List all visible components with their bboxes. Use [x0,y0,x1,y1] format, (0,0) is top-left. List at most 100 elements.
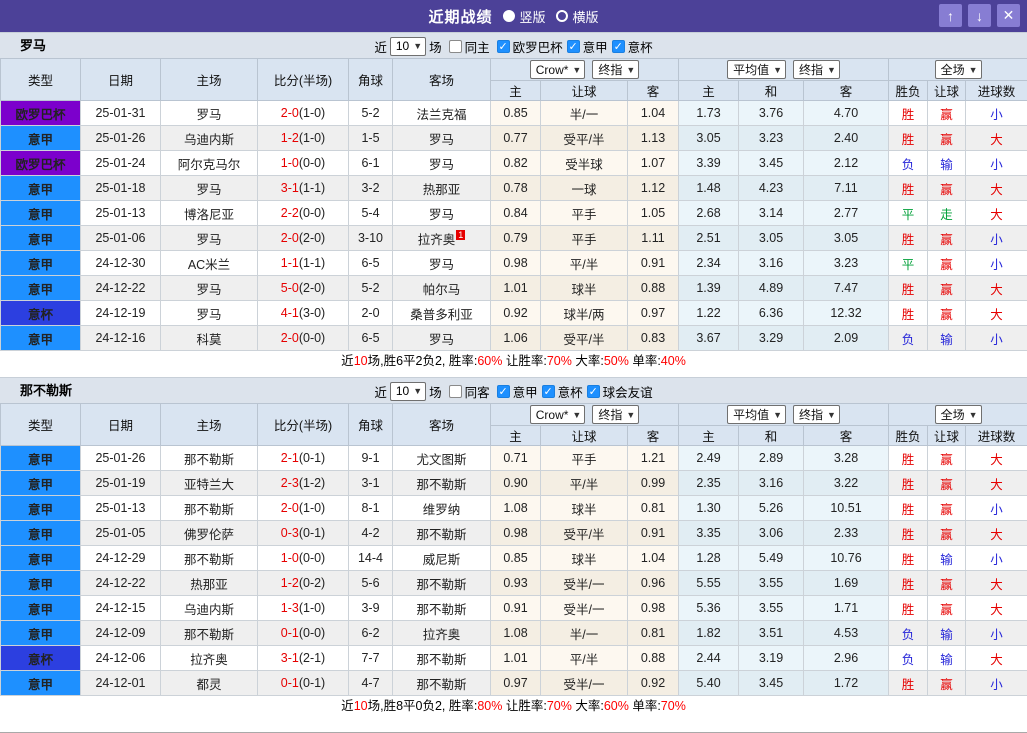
col-header-date: 日期 [81,59,161,101]
odds-company-select[interactable]: Crow*▼ [530,60,586,79]
cell-handicap-line: 球半/两 [541,301,628,326]
checked-checkbox-icon[interactable]: ✓ [542,385,555,398]
match-count-select[interactable]: 10▼ [390,37,426,56]
cell-avg-home-odds: 2.44 [679,646,739,671]
cell-competition: 意杯 [1,301,81,326]
match-row: 意甲24-12-01都灵0-1(0-1)4-7那不勒斯0.97受半/一0.925… [1,671,1027,696]
chevron-down-icon: ▼ [413,386,422,396]
close-button[interactable]: ✕ [997,4,1020,27]
col-header-score: 比分(半场) [258,404,349,446]
cell-avg-draw-odds: 2.89 [739,446,804,471]
cell-home-team: 罗马 [161,226,258,251]
average-select[interactable]: 平均值▼ [727,60,786,79]
match-row: 意甲25-01-05佛罗伦萨0-3(0-1)4-2那不勒斯0.98受平/半0.9… [1,521,1027,546]
cell-result-handicap: 赢 [928,521,966,546]
radio-selected-icon[interactable] [502,10,514,22]
cell-handicap-line: 平/半 [541,251,628,276]
final-odds-select-2[interactable]: 终指▼ [793,60,840,79]
checked-checkbox-icon[interactable]: ✓ [497,40,510,53]
filter-bar: 近 10▼ 场 同主 ✓欧罗巴杯✓意甲✓意杯 [0,33,1027,59]
cell-handicap-away-odds: 1.04 [628,101,679,126]
move-down-button[interactable]: ↓ [968,4,991,27]
cell-handicap-home-odds: 1.06 [491,326,541,351]
checked-checkbox-icon[interactable]: ✓ [497,385,510,398]
final-odds-select[interactable]: 终指▼ [592,60,639,79]
scope-select[interactable]: 全场▼ [935,60,982,79]
checked-checkbox-icon[interactable]: ✓ [587,385,600,398]
cell-corners: 3-10 [349,226,393,251]
checked-checkbox-icon[interactable]: ✓ [567,40,580,53]
summary-stat-value: 70% [547,699,572,713]
unchecked-checkbox-icon[interactable] [449,40,462,53]
average-select[interactable]: 平均值▼ [727,405,786,424]
cell-corners: 3-2 [349,176,393,201]
cell-avg-home-odds: 1.48 [679,176,739,201]
same-venue-checkbox[interactable]: 同客 [449,382,490,401]
match-count-select[interactable]: 10▼ [390,382,426,401]
league-checkbox[interactable]: ✓意甲 [567,37,608,56]
match-row: 欧罗巴杯25-01-24阿尔克马尔1-0(0-0)6-1罗马0.82受半球1.0… [1,151,1027,176]
league-checkbox[interactable]: ✓意杯 [612,37,653,56]
cell-competition: 欧罗巴杯 [1,101,81,126]
same-venue-label: 同客 [465,382,490,401]
cell-result-handicap: 输 [928,326,966,351]
league-filters: ✓意甲✓意杯✓球会友谊 [493,382,653,401]
league-checkbox-label: 意甲 [513,382,538,401]
cell-corners: 4-2 [349,521,393,546]
match-row: 意甲24-12-29那不勒斯1-0(0-0)14-4威尼斯0.85球半1.041… [1,546,1027,571]
cell-avg-home-odds: 3.05 [679,126,739,151]
match-row: 意甲24-12-16科莫2-0(0-0)6-5罗马1.06受平/半0.833.6… [1,326,1027,351]
cell-score: 1-0(0-0) [258,151,349,176]
cell-result-goals: 小 [966,226,1027,251]
cell-away-team: 桑普多利亚 [393,301,491,326]
cell-date: 25-01-13 [81,201,161,226]
checked-checkbox-icon[interactable]: ✓ [612,40,625,53]
radio-unselected-icon[interactable] [556,10,568,22]
sub-header-home-odds: 主 [491,426,541,446]
cell-date: 24-12-30 [81,251,161,276]
cell-result-handicap: 走 [928,201,966,226]
sub-header-avg-draw: 和 [739,426,804,446]
col-header-home: 主场 [161,59,258,101]
cell-avg-draw-odds: 3.14 [739,201,804,226]
cell-away-team: 拉齐奥 [393,621,491,646]
league-checkbox[interactable]: ✓球会友谊 [587,382,653,401]
cell-handicap-line: 平手 [541,226,628,251]
league-checkbox[interactable]: ✓意杯 [542,382,583,401]
final-odds-select[interactable]: 终指▼ [592,405,639,424]
league-checkbox[interactable]: ✓意甲 [497,382,538,401]
cell-corners: 3-9 [349,596,393,621]
team-section-roma: 罗马 近 10▼ 场 同主 ✓欧罗巴杯✓意甲✓意杯 类型 [0,32,1027,372]
cell-result-handicap: 赢 [928,301,966,326]
cell-result-handicap: 赢 [928,446,966,471]
col-header-date: 日期 [81,404,161,446]
cell-home-team: 罗马 [161,301,258,326]
same-venue-checkbox[interactable]: 同主 [449,37,490,56]
layout-radio-vertical[interactable]: 竖版 [502,7,545,26]
cell-avg-away-odds: 3.05 [804,226,889,251]
summary-stat-value: 80% [477,699,502,713]
cell-avg-home-odds: 1.82 [679,621,739,646]
odds-company-select[interactable]: Crow*▼ [530,405,586,424]
cell-handicap-home-odds: 0.98 [491,521,541,546]
final-odds-select-2[interactable]: 终指▼ [793,405,840,424]
cell-date: 25-01-05 [81,521,161,546]
cell-competition: 意甲 [1,621,81,646]
cell-competition: 意甲 [1,251,81,276]
away-team-badge: 1 [456,230,465,240]
layout-radio-horizontal[interactable]: 横版 [556,7,599,26]
cell-score: 1-3(1-0) [258,596,349,621]
cell-result-wdl: 胜 [889,671,928,696]
cell-handicap-home-odds: 0.79 [491,226,541,251]
cell-handicap-home-odds: 0.78 [491,176,541,201]
cell-away-team: 热那亚 [393,176,491,201]
move-up-button[interactable]: ↑ [939,4,962,27]
cell-home-team: 那不勒斯 [161,621,258,646]
cell-handicap-line: 受平/半 [541,326,628,351]
league-checkbox[interactable]: ✓欧罗巴杯 [497,37,563,56]
unchecked-checkbox-icon[interactable] [449,385,462,398]
cell-avg-away-odds: 12.32 [804,301,889,326]
cell-avg-away-odds: 4.53 [804,621,889,646]
cell-corners: 6-1 [349,151,393,176]
scope-select[interactable]: 全场▼ [935,405,982,424]
